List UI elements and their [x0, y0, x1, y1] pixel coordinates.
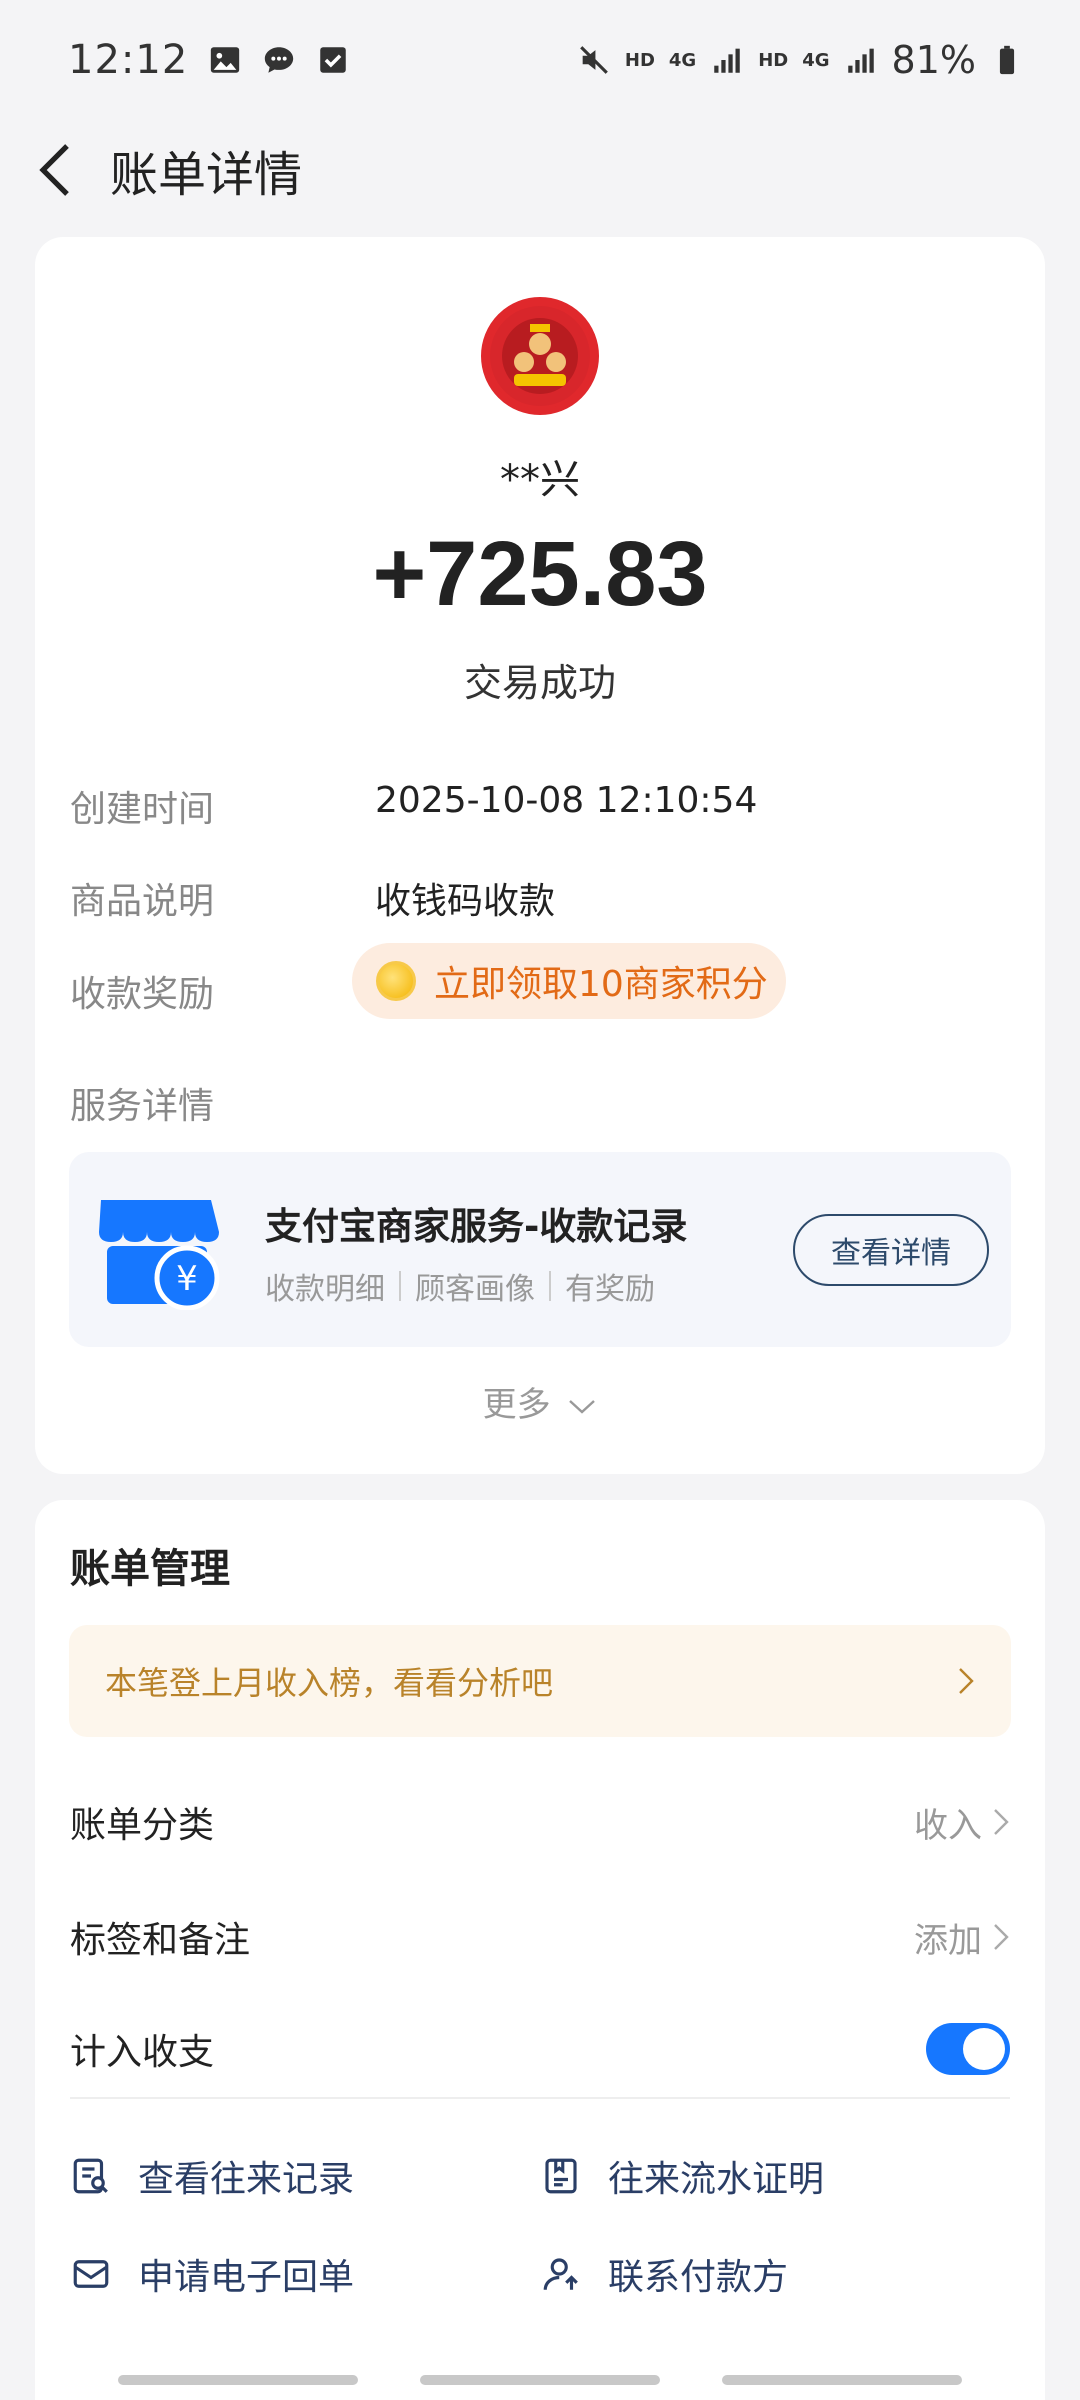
created-time-value: 2025-10-08 12:10:54: [375, 780, 758, 821]
count-in-budget-label: 计入收支: [70, 2032, 215, 2073]
divider: [70, 2097, 1010, 2099]
claim-reward-label: 立即领取10商家积分: [434, 964, 768, 1005]
svg-text:¥: ¥: [176, 1259, 198, 1299]
reward-row: 收款奖励 立即领取10商家积分: [70, 943, 786, 1019]
contact-payer-label: 联系付款方: [608, 2257, 789, 2298]
page-title: 账单详情: [110, 147, 303, 203]
battery-icon: [999, 45, 1015, 75]
product-label: 商品说明: [70, 881, 215, 922]
e-receipt-action[interactable]: 申请电子回单: [70, 2248, 354, 2300]
view-history-action[interactable]: 查看往来记录: [70, 2150, 354, 2202]
service-card[interactable]: ¥ 支付宝商家服务-收款记录 收款明细 顾客画像 有奖励 查看详情: [69, 1152, 1011, 1347]
record-search-icon: [73, 2158, 108, 2194]
transaction-amount: +725.83: [372, 523, 708, 625]
service-title: 支付宝商家服务-收款记录: [265, 1205, 688, 1248]
claim-reward-button[interactable]: 立即领取10商家积分: [352, 943, 786, 1019]
product-value: 收钱码收款: [375, 881, 556, 922]
signal-icon: [847, 48, 874, 73]
nav-gesture-bar[interactable]: [118, 2375, 358, 2385]
tag-separator: [399, 1271, 401, 1301]
avatar[interactable]: [481, 297, 599, 415]
service-detail-label: 服务详情: [70, 1086, 215, 1127]
gallery-icon: [211, 47, 240, 73]
transaction-card: **兴 +725.83 交易成功 创建时间 2025-10-08 12:10:5…: [35, 237, 1045, 1474]
chevron-right-icon: [994, 1809, 1009, 1835]
shop-icon: ¥: [99, 1200, 220, 1310]
coin-icon: [376, 961, 416, 1001]
network-type: 4G: [668, 49, 697, 71]
reward-label: 收款奖励: [70, 974, 215, 1015]
section-title: 账单管理: [70, 1546, 230, 1592]
hd-indicator: HD: [624, 49, 655, 71]
more-button[interactable]: 更多: [35, 1377, 1045, 1426]
view-history-label: 查看往来记录: [138, 2159, 355, 2200]
count-in-budget-toggle[interactable]: [926, 2023, 1010, 2075]
nav-gesture-bar[interactable]: [420, 2375, 660, 2385]
more-label: 更多: [482, 1385, 551, 1425]
service-row: 服务详情: [70, 1077, 214, 1129]
banner-text: 本笔登上月收入榜，看看分析吧: [105, 1664, 554, 1702]
service-tag: 收款明细: [265, 1272, 385, 1307]
e-receipt-label: 申请电子回单: [138, 2257, 355, 2298]
service-tags: 收款明细 顾客画像 有奖励: [265, 1264, 655, 1308]
payer-name: **兴: [500, 457, 580, 503]
status-bar: 12:12 HD 4G HD 4G 81%: [0, 0, 1080, 120]
contact-user-icon: [543, 2258, 578, 2290]
bill-category-value: 收入: [914, 1805, 982, 1846]
header: 账单详情: [0, 110, 1080, 230]
created-time-row: 创建时间 2025-10-08 12:10:54: [70, 780, 757, 832]
count-in-budget-row: 计入收支: [70, 2019, 1010, 2079]
income-rank-banner[interactable]: 本笔登上月收入榜，看看分析吧: [69, 1625, 1011, 1737]
mute-icon: [580, 46, 608, 74]
network-type: 4G: [802, 49, 830, 71]
bill-category-label: 账单分类: [70, 1805, 215, 1846]
product-row: 商品说明 收钱码收款: [70, 872, 555, 924]
bill-category-row[interactable]: 账单分类 收入: [70, 1792, 1010, 1852]
bill-management-card: 账单管理 本笔登上月收入榜，看看分析吧 账单分类 收入 标签和备注 添加 计入收…: [35, 1500, 1045, 2400]
service-tag: 有奖励: [565, 1272, 655, 1307]
chevron-left-icon: [39, 144, 69, 196]
battery-percent: 81%: [891, 38, 976, 82]
chevron-right-icon: [994, 1924, 1009, 1950]
tags-notes-label: 标签和备注: [70, 1920, 251, 1961]
merchant-logo-icon: [490, 306, 590, 406]
nav-gesture-bar[interactable]: [722, 2375, 962, 2385]
chevron-down-icon: [569, 1400, 596, 1414]
tags-notes-value: 添加: [914, 1920, 982, 1961]
transaction-status: 交易成功: [463, 661, 616, 705]
signal-icon: [714, 48, 740, 73]
statement-proof-label: 往来流水证明: [608, 2159, 825, 2200]
hd-indicator: HD: [758, 49, 789, 71]
statement-proof-action[interactable]: 往来流水证明: [540, 2150, 824, 2202]
back-button[interactable]: [0, 110, 110, 230]
message-icon: [265, 47, 294, 73]
contact-payer-action[interactable]: 联系付款方: [540, 2248, 788, 2300]
tag-separator: [549, 1271, 551, 1301]
mail-icon: [73, 2260, 109, 2288]
tags-notes-row[interactable]: 标签和备注 添加: [70, 1907, 1010, 1967]
checkbox-icon: [320, 47, 347, 73]
service-tag: 顾客画像: [415, 1272, 535, 1307]
chevron-right-icon: [959, 1668, 974, 1694]
document-icon: [545, 2158, 577, 2194]
created-time-label: 创建时间: [70, 789, 215, 830]
status-time: 12:12: [68, 37, 189, 83]
toggle-knob: [963, 2028, 1005, 2070]
view-details-button[interactable]: 查看详情: [793, 1214, 989, 1286]
